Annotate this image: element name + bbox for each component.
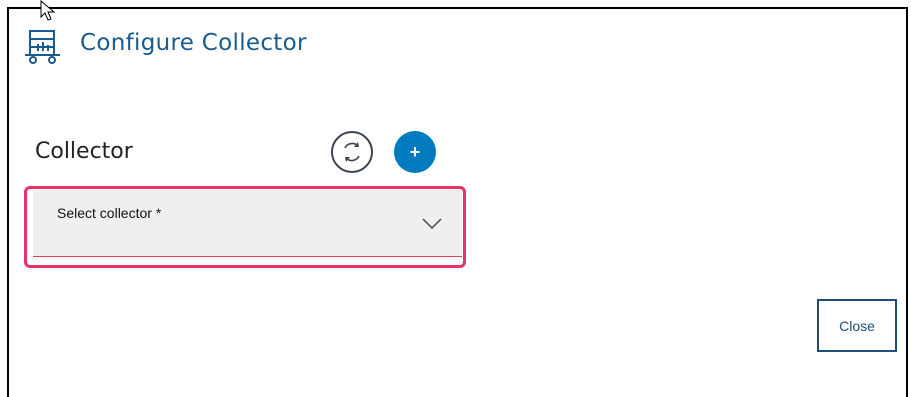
dialog-title: Configure Collector [80,30,307,56]
collector-label: Collector [35,139,133,164]
mouse-cursor-icon [40,0,56,21]
select-collector-label: Select collector * [57,205,162,221]
add-collector-button[interactable]: + [394,131,436,173]
select-collector-dropdown[interactable]: Select collector * [33,190,462,257]
refresh-icon [344,142,360,162]
close-button[interactable]: Close [817,299,897,352]
collector-cart-icon [25,30,60,64]
plus-icon: + [409,141,421,162]
refresh-button[interactable] [331,131,373,173]
chevron-down-icon [422,218,442,230]
